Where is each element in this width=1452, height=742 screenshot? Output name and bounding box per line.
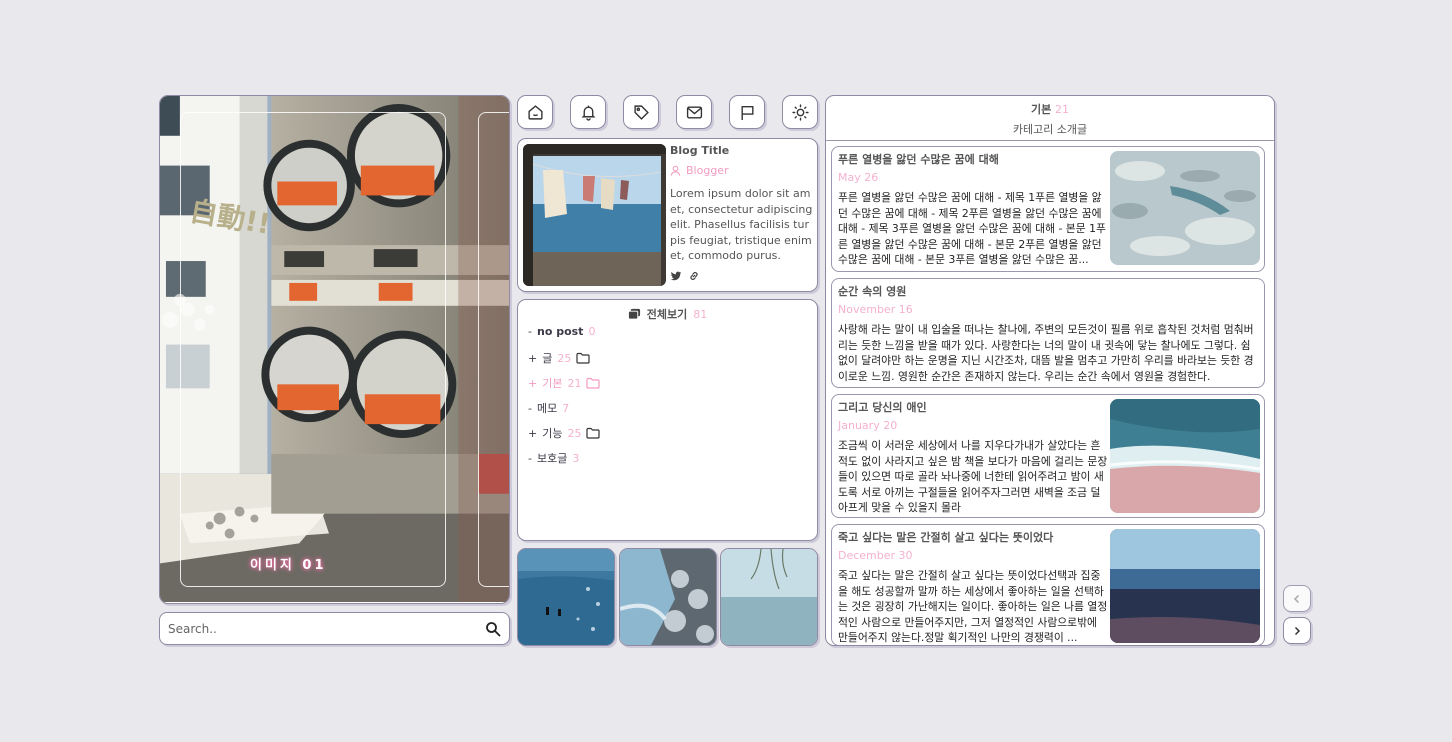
home-icon: [527, 104, 543, 120]
category-item-writing[interactable]: + 글 25: [528, 350, 590, 366]
post-title[interactable]: 순간 속의 영원: [838, 283, 906, 299]
mail-icon: [686, 105, 702, 119]
category-count: 3: [572, 451, 580, 465]
post-excerpt: 사랑해 라는 말이 내 입술을 떠나는 찰나에, 주변의 모든것이 필름 위로 …: [838, 323, 1254, 383]
link-icon[interactable]: [688, 270, 700, 282]
post-thumbnail[interactable]: [1110, 399, 1260, 513]
prev-page-button[interactable]: [1283, 585, 1311, 612]
post-thumbnail[interactable]: [1110, 151, 1260, 265]
blog-role: Blogger: [670, 164, 729, 177]
category-item-basic[interactable]: + 기본 21: [528, 375, 601, 391]
category-name: 보호글: [536, 452, 568, 465]
search-icon[interactable]: [485, 621, 501, 637]
bell-icon: [581, 105, 595, 121]
user-icon: [670, 165, 681, 176]
hero-caption: 이미지 01: [250, 558, 327, 573]
post-card[interactable]: 그리고 당신의 애인 January 20 조금씩 이 서러운 세상에서 나를 …: [831, 394, 1265, 518]
category-prefix: -: [528, 401, 532, 415]
post-thumbnail[interactable]: [1110, 529, 1260, 643]
post-list-header: 기본 21 카테고리 소개글: [826, 96, 1274, 141]
post-title[interactable]: 죽고 싶다는 말은 간절히 살고 싶다는 뜻이었다: [838, 529, 1053, 545]
category-all-count: 81: [693, 307, 708, 321]
category-prefix: -: [528, 325, 532, 338]
post-date: November 16: [838, 303, 913, 316]
category-count: 25: [567, 426, 582, 440]
blog-description: Lorem ipsum dolor sit amet, consectetur …: [670, 187, 813, 262]
hero-frame-secondary: [478, 112, 509, 587]
post-excerpt: 죽고 싶다는 말은 간절히 살고 싶다는 뜻이었다선택과 집중을 해도 성공할까…: [838, 569, 1108, 644]
next-page-button[interactable]: [1283, 617, 1311, 644]
blog-role-label: Blogger: [686, 164, 729, 177]
hero-image-card: 自動!! 이미지 01: [159, 95, 510, 604]
category-name: 글: [542, 352, 553, 365]
post-card[interactable]: 순간 속의 영원 November 16 사랑해 라는 말이 내 입술을 떠나는…: [831, 278, 1265, 388]
category-all-label: 전체보기: [646, 308, 688, 321]
home-button[interactable]: [517, 95, 553, 129]
chevron-left-icon: [1293, 594, 1300, 603]
mail-button[interactable]: [676, 95, 712, 129]
tag-button[interactable]: [623, 95, 659, 129]
category-item-memo[interactable]: - 메모 7: [528, 400, 569, 416]
post-list-panel: 기본 21 카테고리 소개글 푸른 열병을 앓던 수많은 꿈에 대해 May 2…: [825, 95, 1275, 646]
category-name: no post: [536, 325, 584, 338]
post-date: December 30: [838, 549, 913, 562]
hero-frame: [180, 112, 446, 587]
layers-icon: [627, 308, 640, 320]
folder-icon: [576, 352, 590, 364]
category-count: 7: [562, 401, 570, 415]
folder-icon: [586, 377, 601, 389]
search-box[interactable]: [159, 612, 510, 645]
post-title[interactable]: 그리고 당신의 애인: [838, 399, 927, 415]
category-count: 25: [557, 351, 572, 365]
category-prefix: -: [528, 451, 532, 465]
sun-icon: [791, 103, 809, 121]
category-count: 21: [567, 376, 582, 390]
post-excerpt: 푸른 열병을 앓던 수많은 꿈에 대해 - 제목 1푸른 열병을 앓던 수많은 …: [838, 191, 1106, 266]
post-excerpt: 조금씩 이 서러운 세상에서 나를 지우다가내가 살았다는 흔적도 없이 사라지…: [838, 439, 1108, 514]
category-name: 메모: [536, 402, 558, 415]
gallery-thumbnail[interactable]: [619, 548, 717, 646]
folder-icon: [586, 427, 601, 439]
category-header[interactable]: 전체보기 81: [518, 306, 817, 322]
theme-toggle-button[interactable]: [782, 95, 818, 129]
category-item-protected[interactable]: - 보호글 3: [528, 450, 579, 466]
category-name: 기능: [542, 427, 563, 440]
chevron-right-icon: [1294, 626, 1301, 635]
category-count: 21: [1055, 103, 1070, 116]
category-count: 0: [588, 325, 596, 338]
post-title[interactable]: 푸른 열병을 앓던 수많은 꿈에 대해: [838, 151, 999, 167]
category-item-feature[interactable]: + 기능 25: [528, 425, 601, 441]
category-prefix: +: [528, 351, 538, 365]
post-date: May 26: [838, 171, 879, 184]
category-prefix: +: [528, 426, 538, 440]
tag-icon: [633, 104, 649, 120]
twitter-icon[interactable]: [670, 270, 682, 282]
category-description: 카테고리 소개글: [1012, 123, 1088, 136]
category-item-no-post[interactable]: - no post 0: [528, 325, 595, 338]
category-name: 기본: [542, 377, 563, 390]
post-card[interactable]: 죽고 싶다는 말은 간절히 살고 싶다는 뜻이었다 December 30 죽고…: [831, 524, 1265, 645]
category-panel: 전체보기 81 - no post 0 + 글 25 + 기본 21 - 메모 …: [517, 299, 818, 541]
post-date: January 20: [838, 419, 898, 432]
category-prefix: +: [528, 376, 538, 390]
category-title: 기본: [1030, 103, 1052, 116]
blog-title: Blog Title: [670, 144, 730, 157]
flag-icon: [740, 105, 754, 120]
notification-button[interactable]: [570, 95, 606, 129]
social-links: [670, 270, 700, 282]
gallery-thumbnail[interactable]: [720, 548, 818, 646]
gallery-thumbnail[interactable]: [517, 548, 615, 646]
flag-button[interactable]: [729, 95, 765, 129]
post-card[interactable]: 푸른 열병을 앓던 수많은 꿈에 대해 May 26 푸른 열병을 앓던 수많은…: [831, 146, 1265, 272]
profile-image: [523, 144, 666, 286]
search-input[interactable]: [168, 619, 478, 639]
profile-card: Blog Title Blogger Lorem ipsum dolor sit…: [517, 138, 818, 292]
